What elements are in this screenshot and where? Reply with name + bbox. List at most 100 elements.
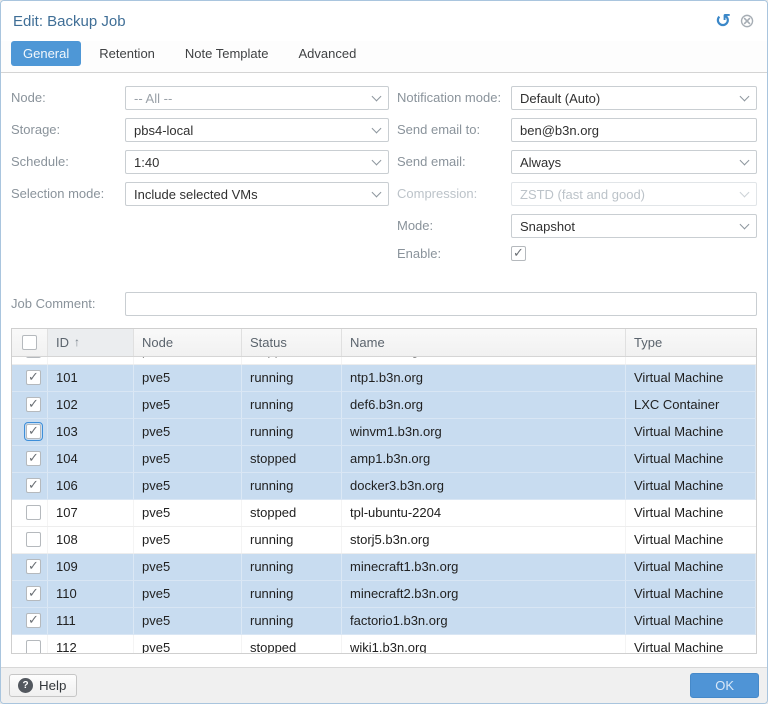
cell-type: Virtual Machine bbox=[626, 608, 756, 634]
schedule-label: Schedule: bbox=[11, 150, 125, 170]
cell-status: running bbox=[242, 581, 342, 607]
table-row[interactable]: 110pve5runningminecraft2.b3n.orgVirtual … bbox=[12, 581, 756, 608]
table-row[interactable]: 103pve5runningwinvm1.b3n.orgVirtual Mach… bbox=[12, 419, 756, 446]
cell-name: wiki1.b3n.org bbox=[342, 635, 626, 653]
row-checkbox[interactable] bbox=[26, 478, 41, 493]
cell-id: 104 bbox=[48, 446, 134, 472]
help-button[interactable]: ? Help bbox=[9, 674, 77, 697]
cell-node: pve5 bbox=[134, 419, 242, 445]
cell-node: pve5 bbox=[134, 500, 242, 526]
cell-status: running bbox=[242, 365, 342, 391]
cell-type: Virtual Machine bbox=[626, 357, 756, 364]
tab-advanced[interactable]: Advanced bbox=[287, 41, 369, 66]
cell-name: winvm1.b3n.org bbox=[342, 419, 626, 445]
selection-mode-select[interactable]: Include selected VMs bbox=[125, 182, 389, 206]
cell-node: pve5 bbox=[134, 357, 242, 364]
row-checkbox[interactable] bbox=[26, 370, 41, 385]
job-comment-input[interactable] bbox=[125, 292, 757, 316]
storage-label: Storage: bbox=[11, 118, 125, 138]
table-body[interactable]: 100pve5stoppeddc1.b3n.orgVirtual Machine… bbox=[12, 357, 756, 653]
vm-table: ID ↑ Node Status Name Type 100pve5stoppe… bbox=[11, 328, 757, 654]
schedule-select[interactable]: 1:40 bbox=[125, 150, 389, 174]
cell-node: pve5 bbox=[134, 608, 242, 634]
select-all-cell bbox=[12, 329, 48, 356]
table-row[interactable]: 108pve5runningstorj5.b3n.orgVirtual Mach… bbox=[12, 527, 756, 554]
chevron-down-icon bbox=[372, 156, 382, 166]
cell-node: pve5 bbox=[134, 635, 242, 653]
notification-mode-select[interactable]: Default (Auto) bbox=[511, 86, 757, 110]
cell-id: 106 bbox=[48, 473, 134, 499]
chevron-down-icon bbox=[740, 188, 750, 198]
send-email-to-input[interactable] bbox=[511, 118, 757, 142]
cell-status: stopped bbox=[242, 635, 342, 653]
help-icon: ? bbox=[18, 678, 33, 693]
send-email-select[interactable]: Always bbox=[511, 150, 757, 174]
column-header-status[interactable]: Status bbox=[242, 329, 342, 356]
row-checkbox[interactable] bbox=[26, 424, 41, 439]
row-checkbox[interactable] bbox=[26, 451, 41, 466]
row-checkbox[interactable] bbox=[26, 640, 41, 653]
tab-retention[interactable]: Retention bbox=[87, 41, 167, 66]
cell-type: Virtual Machine bbox=[626, 635, 756, 653]
table-row[interactable]: 107pve5stoppedtpl-ubuntu-2204Virtual Mac… bbox=[12, 500, 756, 527]
enable-label: Enable: bbox=[397, 246, 511, 262]
table-row[interactable]: 100pve5stoppeddc1.b3n.orgVirtual Machine bbox=[12, 357, 756, 365]
cell-node: pve5 bbox=[134, 365, 242, 391]
cell-status: running bbox=[242, 419, 342, 445]
enable-checkbox[interactable] bbox=[511, 246, 526, 261]
column-header-id[interactable]: ID ↑ bbox=[48, 329, 134, 356]
row-checkbox[interactable] bbox=[26, 559, 41, 574]
cell-id: 102 bbox=[48, 392, 134, 418]
node-select[interactable]: -- All -- bbox=[125, 86, 389, 110]
column-header-node[interactable]: Node bbox=[134, 329, 242, 356]
node-label: Node: bbox=[11, 86, 125, 106]
compression-label: Compression: bbox=[397, 182, 511, 202]
row-checkbox[interactable] bbox=[26, 397, 41, 412]
cell-node: pve5 bbox=[134, 392, 242, 418]
cell-node: pve5 bbox=[134, 554, 242, 580]
cell-node: pve5 bbox=[134, 473, 242, 499]
cell-type: LXC Container bbox=[626, 392, 756, 418]
column-header-type[interactable]: Type bbox=[626, 329, 756, 356]
selection-mode-label: Selection mode: bbox=[11, 182, 125, 202]
cell-name: dc1.b3n.org bbox=[342, 357, 626, 364]
cell-id: 107 bbox=[48, 500, 134, 526]
table-row[interactable]: 111pve5runningfactorio1.b3n.orgVirtual M… bbox=[12, 608, 756, 635]
undo-icon[interactable]: ↺ bbox=[715, 12, 731, 31]
dialog-title: Edit: Backup Job bbox=[13, 13, 126, 30]
row-checkbox[interactable] bbox=[26, 532, 41, 547]
chevron-down-icon bbox=[372, 92, 382, 102]
cell-name: docker3.b3n.org bbox=[342, 473, 626, 499]
table-row[interactable]: 104pve5stoppedamp1.b3n.orgVirtual Machin… bbox=[12, 446, 756, 473]
table-row[interactable]: 106pve5runningdocker3.b3n.orgVirtual Mac… bbox=[12, 473, 756, 500]
table-row[interactable]: 112pve5stoppedwiki1.b3n.orgVirtual Machi… bbox=[12, 635, 756, 653]
ok-button[interactable]: OK bbox=[690, 673, 759, 698]
select-all-checkbox[interactable] bbox=[22, 335, 37, 350]
cell-status: stopped bbox=[242, 357, 342, 364]
vm-table-header: ID ↑ Node Status Name Type bbox=[12, 329, 756, 357]
storage-select[interactable]: pbs4-local bbox=[125, 118, 389, 142]
row-checkbox[interactable] bbox=[26, 586, 41, 601]
chevron-down-icon bbox=[740, 220, 750, 230]
row-checkbox[interactable] bbox=[26, 357, 41, 359]
table-row[interactable]: 109pve5runningminecraft1.b3n.orgVirtual … bbox=[12, 554, 756, 581]
job-comment-label: Job Comment: bbox=[11, 292, 125, 312]
mode-select[interactable]: Snapshot bbox=[511, 214, 757, 238]
table-row[interactable]: 101pve5runningntp1.b3n.orgVirtual Machin… bbox=[12, 365, 756, 392]
column-header-name[interactable]: Name bbox=[342, 329, 626, 356]
cell-status: running bbox=[242, 473, 342, 499]
cell-type: Virtual Machine bbox=[626, 554, 756, 580]
row-checkbox[interactable] bbox=[26, 505, 41, 520]
form-area: Node: -- All -- Storage: pbs4-local Sche… bbox=[11, 86, 757, 270]
close-icon[interactable]: ⊗ bbox=[739, 12, 755, 31]
cell-id: 103 bbox=[48, 419, 134, 445]
table-row[interactable]: 102pve5runningdef6.b3n.orgLXC Container bbox=[12, 392, 756, 419]
dialog-footer: ? Help OK bbox=[1, 667, 767, 703]
cell-status: running bbox=[242, 608, 342, 634]
cell-id: 108 bbox=[48, 527, 134, 553]
cell-type: Virtual Machine bbox=[626, 581, 756, 607]
row-checkbox[interactable] bbox=[26, 613, 41, 628]
cell-name: storj5.b3n.org bbox=[342, 527, 626, 553]
tab-general[interactable]: General bbox=[11, 41, 81, 66]
tab-note-template[interactable]: Note Template bbox=[173, 41, 281, 66]
